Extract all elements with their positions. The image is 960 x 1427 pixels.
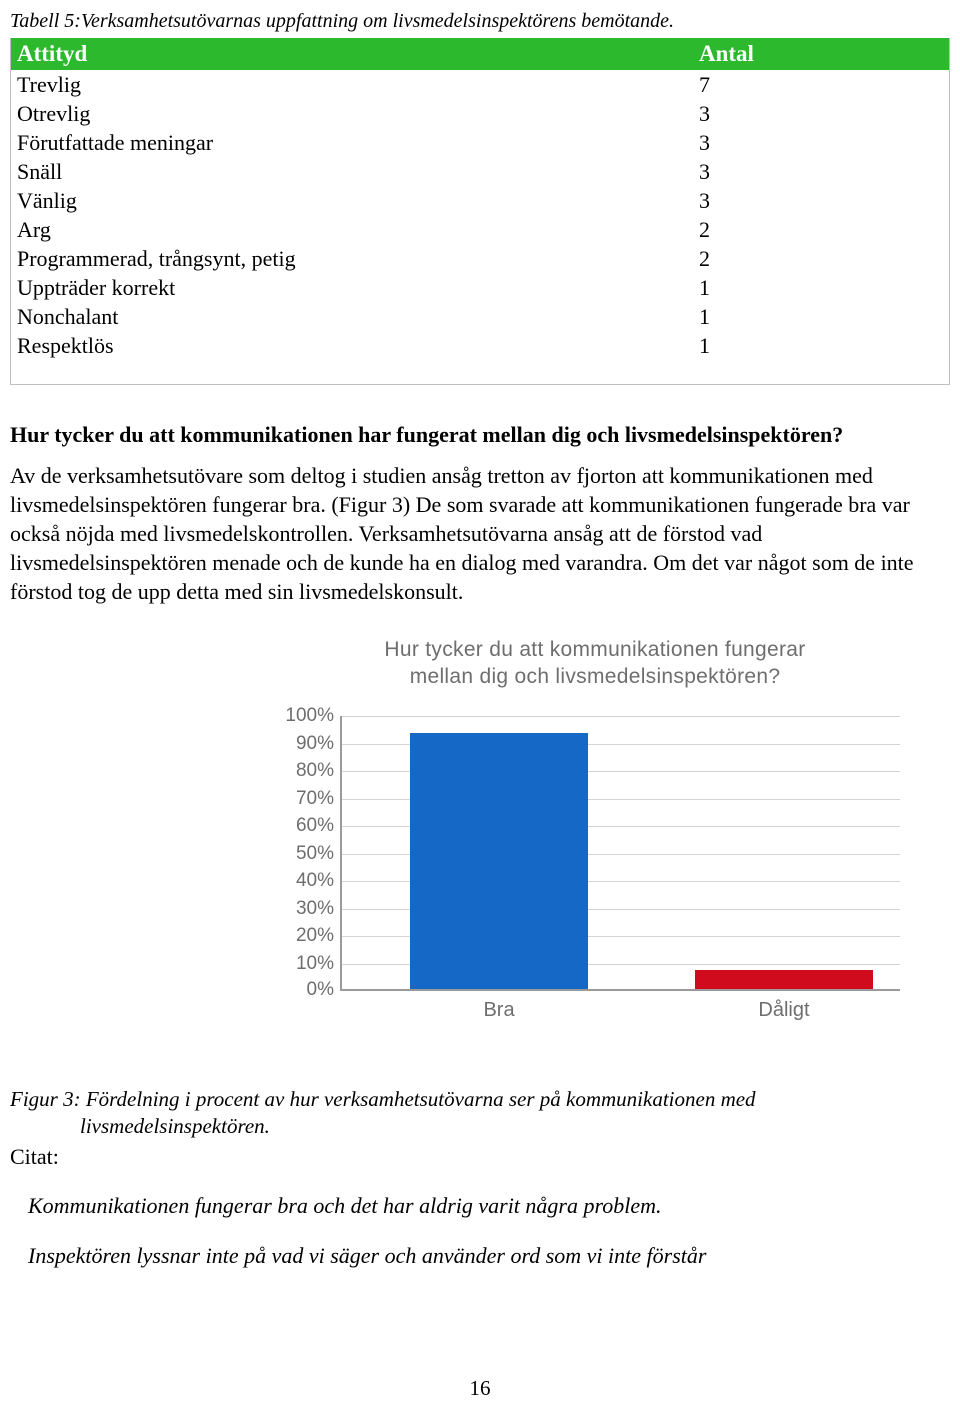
document-page: Tabell 5:Verksamhetsutövarnas uppfattnin… <box>0 0 960 1427</box>
bar-daligt <box>695 970 873 989</box>
y-tick-label: 50% <box>295 842 334 864</box>
table-row: Uppträder korrekt 1 <box>11 273 949 302</box>
table-row: Förutfattade meningar 3 <box>11 128 949 157</box>
y-tick-label: 40% <box>295 870 334 891</box>
gridline-baseline: 0% <box>307 979 900 1000</box>
cell-attityd: Respektlös <box>17 333 114 358</box>
table-body: Trevlig 7 Otrevlig 3 Förutfattade mening… <box>11 70 949 384</box>
cell-attityd: Programmerad, trångsynt, petig <box>17 246 296 271</box>
attityd-table-container: Attityd Antal Trevlig 7 Otrevlig 3 Förut… <box>10 38 950 385</box>
y-tick-label: 0% <box>306 979 334 1000</box>
figure-caption-line-2: livsmedelsinspektören. <box>80 1114 270 1138</box>
table-row: Otrevlig 3 <box>11 99 949 128</box>
chart-title-line-2: mellan dig och livsmedelsinspektören? <box>409 665 781 688</box>
cell-attityd: Snäll <box>17 159 63 184</box>
cell-antal: 1 <box>699 275 710 300</box>
chart-title-line-1: Hur tycker du att kommunikationen funger… <box>384 638 806 661</box>
figure-3-chart: Hur tycker du att kommunikationen funger… <box>10 636 950 1056</box>
y-tick-label: 90% <box>295 732 334 754</box>
table-row: Trevlig 7 <box>11 70 949 99</box>
cell-antal: 1 <box>699 304 710 329</box>
cell-antal: 1 <box>699 333 710 358</box>
bar-bra <box>410 733 588 989</box>
cell-antal: 7 <box>699 72 710 97</box>
table-header-attityd: Attityd <box>11 38 699 70</box>
chart-inner: Hur tycker du att kommunikationen funger… <box>220 636 940 1056</box>
cell-attityd: Förutfattade meningar <box>17 130 214 155</box>
table-header-row: Attityd Antal <box>11 38 949 70</box>
y-tick-label: 100% <box>285 705 334 726</box>
cell-antal: 2 <box>699 246 710 271</box>
table-spacer-cell <box>11 360 949 384</box>
table-row: Arg 2 <box>11 215 949 244</box>
cell-antal: 2 <box>699 217 710 242</box>
cell-antal: 3 <box>699 101 710 126</box>
chart-title: Hur tycker du att kommunikationen funger… <box>220 636 940 690</box>
cell-attityd: Trevlig <box>17 72 81 97</box>
table-row: Respektlös 1 <box>11 331 949 360</box>
y-tick-label: 20% <box>295 925 334 946</box>
y-tick-label: 70% <box>295 787 334 809</box>
chart-plot-area: 100% 90% 80% 70% 60% 50% 40% 30% 20% 10%… <box>285 705 900 1021</box>
quote-2: Inspektören lyssnar inte på vad vi säger… <box>28 1243 707 1268</box>
x-tick-label-daligt: Dåligt <box>758 999 810 1021</box>
table-header-antal: Antal <box>699 38 949 70</box>
cell-attityd: Uppträder korrekt <box>17 275 176 300</box>
y-tick-label: 60% <box>295 815 334 836</box>
attityd-table: Attityd Antal Trevlig 7 Otrevlig 3 Förut… <box>11 38 949 384</box>
cell-attityd: Arg <box>17 217 51 242</box>
cell-attityd: Nonchalant <box>17 304 119 329</box>
table-row: Nonchalant 1 <box>11 302 949 331</box>
page-number: 16 <box>469 1376 491 1400</box>
cell-antal: 3 <box>699 188 710 213</box>
cell-attityd: Otrevlig <box>17 101 91 126</box>
question-heading: Hur tycker du att kommunikationen har fu… <box>10 422 844 447</box>
quote-1: Kommunikationen fungerar bra och det har… <box>28 1193 662 1218</box>
cell-antal: 3 <box>699 159 710 184</box>
figure-caption-line-1: Figur 3: Fördelning i procent av hur ver… <box>10 1087 756 1111</box>
citat-label: Citat: <box>10 1144 59 1169</box>
table-row: Snäll 3 <box>11 157 949 186</box>
y-tick-label: 30% <box>295 897 334 919</box>
cell-antal: 3 <box>699 130 710 155</box>
table-spacer-row <box>11 360 949 384</box>
y-tick-label: 10% <box>295 952 334 974</box>
body-paragraph: Av de verksamhetsutövare som deltog i st… <box>10 463 914 604</box>
table-caption: Tabell 5:Verksamhetsutövarnas uppfattnin… <box>10 10 675 32</box>
figure-caption: Figur 3: Fördelning i procent av hur ver… <box>10 1086 950 1140</box>
table-row: Programmerad, trångsynt, petig 2 <box>11 244 949 273</box>
table-row: Vänlig 3 <box>11 186 949 215</box>
cell-attityd: Vänlig <box>17 188 77 213</box>
x-tick-label-bra: Bra <box>483 999 515 1021</box>
gridline: 100% <box>285 705 900 726</box>
y-tick-label: 80% <box>295 760 334 781</box>
